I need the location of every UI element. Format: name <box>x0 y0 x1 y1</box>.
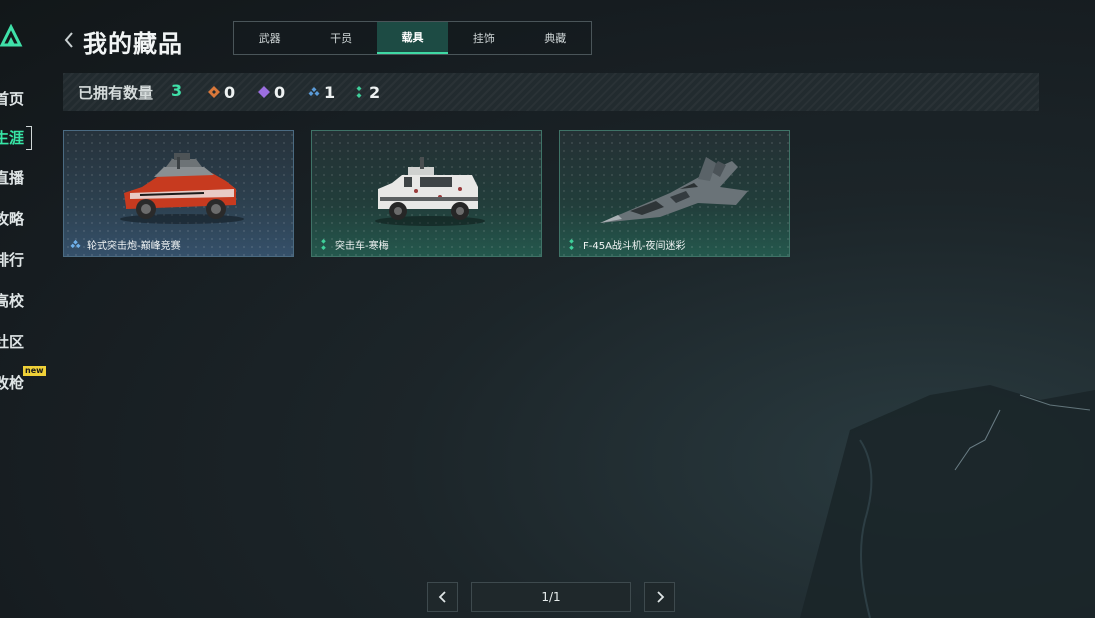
collection-card[interactable]: 轮式突击炮-巅峰竞赛 <box>63 130 294 257</box>
prev-page-button[interactable] <box>427 582 458 612</box>
collection-card[interactable]: F-45A战斗机-夜间迷彩 <box>559 130 790 257</box>
rarity-count-purple: 0 <box>258 82 286 102</box>
chevron-left-icon[interactable] <box>62 30 76 50</box>
blue-triple-diamond-icon <box>70 239 81 249</box>
card-name: 突击车-寒梅 <box>335 241 389 252</box>
tab-weapons[interactable]: 武器 <box>234 22 305 54</box>
collection-card[interactable]: 突击车-寒梅 <box>311 130 542 257</box>
card-name-row: 轮式突击炮-巅峰竞赛 <box>70 237 181 252</box>
owned-count-label: 已拥有数量 <box>78 84 154 102</box>
camo-fighter-jet-image <box>600 157 748 223</box>
sidebar-item-live[interactable]: 直播 <box>0 165 38 191</box>
next-page-button[interactable] <box>644 582 675 612</box>
rarity-count-value: 0 <box>274 82 286 102</box>
sidebar-item-home[interactable]: 首页 <box>0 86 38 112</box>
chevron-right-icon <box>656 591 664 603</box>
orange-diamond-icon <box>208 86 220 98</box>
tab-operators[interactable]: 干员 <box>305 22 376 54</box>
page-indicator: 1/1 <box>471 582 631 612</box>
card-name-row: 突击车-寒梅 <box>318 237 389 252</box>
blue-triple-diamond-icon <box>308 87 320 96</box>
rarity-count-value: 2 <box>369 82 381 102</box>
chevron-left-icon <box>438 591 446 603</box>
green-double-diamond-icon <box>321 239 326 250</box>
white-assault-vehicle-image <box>375 157 485 226</box>
red-armored-car-image <box>120 153 244 224</box>
card-name: 轮式突击炮-巅峰竞赛 <box>87 241 181 252</box>
rarity-count-blue: 1 <box>308 82 336 102</box>
card-name-row: F-45A战斗机-夜间迷彩 <box>566 237 686 252</box>
sidebar-item-ranking[interactable]: 排行 <box>0 247 38 273</box>
sidebar-item-career[interactable]: 生涯 <box>0 125 38 151</box>
page-title: 我的藏品 <box>83 30 183 58</box>
tab-vehicles[interactable]: 载具 <box>376 22 449 54</box>
new-badge: new <box>23 366 46 376</box>
rarity-count-value: 0 <box>224 82 236 102</box>
owned-count-total: 3 <box>171 81 183 100</box>
owned-count-bar: 已拥有数量 3 0 0 1 2 <box>63 73 1039 111</box>
category-tabs: 武器 干员 载具 挂饰 典藏 <box>233 21 592 55</box>
rarity-count-value: 1 <box>324 82 336 102</box>
sidebar-item-guides[interactable]: 攻略 <box>0 206 38 232</box>
card-name: F-45A战斗机-夜间迷彩 <box>583 241 686 252</box>
triangle-logo-icon[interactable] <box>0 24 24 48</box>
sidebar-item-college[interactable]: 高校 <box>0 288 38 314</box>
green-double-diamond-icon <box>569 239 574 250</box>
tab-pendants[interactable]: 挂饰 <box>448 22 519 54</box>
sidebar-item-community[interactable]: 社区 <box>0 329 38 355</box>
purple-diamond-icon <box>258 86 270 98</box>
rarity-count-orange: 0 <box>208 82 236 102</box>
tab-collection[interactable]: 典藏 <box>520 22 591 54</box>
green-double-diamond-icon <box>356 86 362 98</box>
rarity-count-green: 2 <box>353 82 381 102</box>
